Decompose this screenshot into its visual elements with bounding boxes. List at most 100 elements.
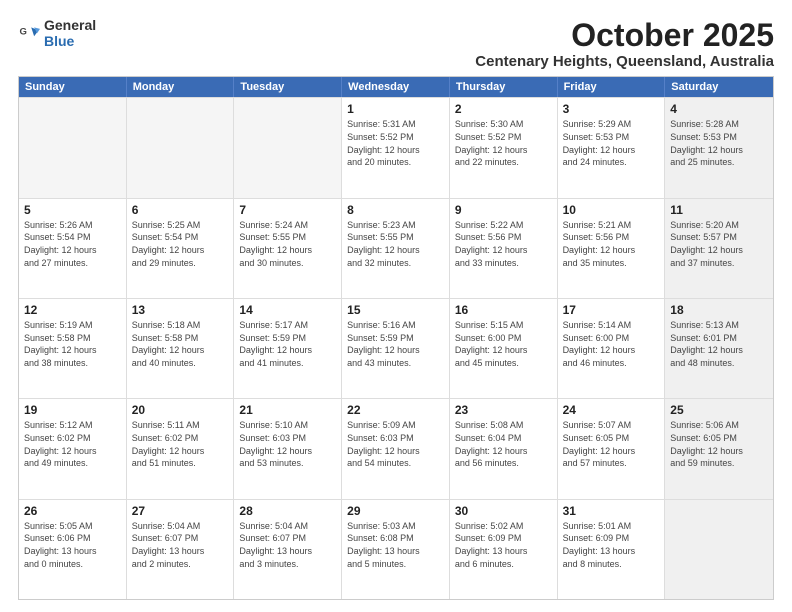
calendar-cell: 17Sunrise: 5:14 AM Sunset: 6:00 PM Dayli… <box>558 299 666 398</box>
calendar-row: 26Sunrise: 5:05 AM Sunset: 6:06 PM Dayli… <box>19 499 773 599</box>
svg-text:G: G <box>19 27 26 38</box>
cell-info: Sunrise: 5:15 AM Sunset: 6:00 PM Dayligh… <box>455 319 552 369</box>
calendar-cell: 20Sunrise: 5:11 AM Sunset: 6:02 PM Dayli… <box>127 399 235 498</box>
calendar-cell: 22Sunrise: 5:09 AM Sunset: 6:03 PM Dayli… <box>342 399 450 498</box>
calendar-cell: 6Sunrise: 5:25 AM Sunset: 5:54 PM Daylig… <box>127 199 235 298</box>
calendar-cell: 2Sunrise: 5:30 AM Sunset: 5:52 PM Daylig… <box>450 98 558 197</box>
calendar: SundayMondayTuesdayWednesdayThursdayFrid… <box>18 76 774 600</box>
calendar-cell: 29Sunrise: 5:03 AM Sunset: 6:08 PM Dayli… <box>342 500 450 599</box>
cell-info: Sunrise: 5:06 AM Sunset: 6:05 PM Dayligh… <box>670 419 768 469</box>
cell-info: Sunrise: 5:04 AM Sunset: 6:07 PM Dayligh… <box>132 520 229 570</box>
calendar-cell: 7Sunrise: 5:24 AM Sunset: 5:55 PM Daylig… <box>234 199 342 298</box>
cell-info: Sunrise: 5:01 AM Sunset: 6:09 PM Dayligh… <box>563 520 660 570</box>
calendar-body: 1Sunrise: 5:31 AM Sunset: 5:52 PM Daylig… <box>19 97 773 599</box>
calendar-cell: 11Sunrise: 5:20 AM Sunset: 5:57 PM Dayli… <box>665 199 773 298</box>
calendar-cell: 10Sunrise: 5:21 AM Sunset: 5:56 PM Dayli… <box>558 199 666 298</box>
cell-info: Sunrise: 5:28 AM Sunset: 5:53 PM Dayligh… <box>670 118 768 168</box>
calendar-cell: 9Sunrise: 5:22 AM Sunset: 5:56 PM Daylig… <box>450 199 558 298</box>
subtitle: Centenary Heights, Queensland, Australia <box>475 53 774 70</box>
calendar-row: 12Sunrise: 5:19 AM Sunset: 5:58 PM Dayli… <box>19 298 773 398</box>
weekday-header: Tuesday <box>234 77 342 97</box>
cell-info: Sunrise: 5:30 AM Sunset: 5:52 PM Dayligh… <box>455 118 552 168</box>
calendar-cell <box>127 98 235 197</box>
calendar-row: 5Sunrise: 5:26 AM Sunset: 5:54 PM Daylig… <box>19 198 773 298</box>
calendar-header: SundayMondayTuesdayWednesdayThursdayFrid… <box>19 77 773 97</box>
day-number: 15 <box>347 302 444 318</box>
main-title: October 2025 <box>475 18 774 53</box>
calendar-cell: 8Sunrise: 5:23 AM Sunset: 5:55 PM Daylig… <box>342 199 450 298</box>
weekday-header: Monday <box>127 77 235 97</box>
day-number: 16 <box>455 302 552 318</box>
day-number: 22 <box>347 402 444 418</box>
logo-text: General Blue <box>44 18 96 50</box>
cell-info: Sunrise: 5:25 AM Sunset: 5:54 PM Dayligh… <box>132 219 229 269</box>
day-number: 12 <box>24 302 121 318</box>
cell-info: Sunrise: 5:23 AM Sunset: 5:55 PM Dayligh… <box>347 219 444 269</box>
calendar-cell: 27Sunrise: 5:04 AM Sunset: 6:07 PM Dayli… <box>127 500 235 599</box>
day-number: 10 <box>563 202 660 218</box>
cell-info: Sunrise: 5:18 AM Sunset: 5:58 PM Dayligh… <box>132 319 229 369</box>
day-number: 28 <box>239 503 336 519</box>
cell-info: Sunrise: 5:05 AM Sunset: 6:06 PM Dayligh… <box>24 520 121 570</box>
calendar-cell: 12Sunrise: 5:19 AM Sunset: 5:58 PM Dayli… <box>19 299 127 398</box>
day-number: 23 <box>455 402 552 418</box>
cell-info: Sunrise: 5:24 AM Sunset: 5:55 PM Dayligh… <box>239 219 336 269</box>
calendar-cell: 3Sunrise: 5:29 AM Sunset: 5:53 PM Daylig… <box>558 98 666 197</box>
calendar-cell: 4Sunrise: 5:28 AM Sunset: 5:53 PM Daylig… <box>665 98 773 197</box>
cell-info: Sunrise: 5:13 AM Sunset: 6:01 PM Dayligh… <box>670 319 768 369</box>
cell-info: Sunrise: 5:20 AM Sunset: 5:57 PM Dayligh… <box>670 219 768 269</box>
cell-info: Sunrise: 5:21 AM Sunset: 5:56 PM Dayligh… <box>563 219 660 269</box>
cell-info: Sunrise: 5:08 AM Sunset: 6:04 PM Dayligh… <box>455 419 552 469</box>
weekday-header: Saturday <box>665 77 773 97</box>
day-number: 20 <box>132 402 229 418</box>
calendar-cell <box>665 500 773 599</box>
cell-info: Sunrise: 5:03 AM Sunset: 6:08 PM Dayligh… <box>347 520 444 570</box>
day-number: 7 <box>239 202 336 218</box>
cell-info: Sunrise: 5:14 AM Sunset: 6:00 PM Dayligh… <box>563 319 660 369</box>
cell-info: Sunrise: 5:19 AM Sunset: 5:58 PM Dayligh… <box>24 319 121 369</box>
cell-info: Sunrise: 5:29 AM Sunset: 5:53 PM Dayligh… <box>563 118 660 168</box>
calendar-cell: 28Sunrise: 5:04 AM Sunset: 6:07 PM Dayli… <box>234 500 342 599</box>
header-row: G General Blue October 2025 Centenary He… <box>18 18 774 70</box>
day-number: 30 <box>455 503 552 519</box>
cell-info: Sunrise: 5:26 AM Sunset: 5:54 PM Dayligh… <box>24 219 121 269</box>
day-number: 26 <box>24 503 121 519</box>
day-number: 11 <box>670 202 768 218</box>
calendar-row: 1Sunrise: 5:31 AM Sunset: 5:52 PM Daylig… <box>19 97 773 197</box>
day-number: 8 <box>347 202 444 218</box>
cell-info: Sunrise: 5:17 AM Sunset: 5:59 PM Dayligh… <box>239 319 336 369</box>
calendar-cell: 26Sunrise: 5:05 AM Sunset: 6:06 PM Dayli… <box>19 500 127 599</box>
calendar-cell: 30Sunrise: 5:02 AM Sunset: 6:09 PM Dayli… <box>450 500 558 599</box>
page: G General Blue October 2025 Centenary He… <box>0 0 792 612</box>
calendar-row: 19Sunrise: 5:12 AM Sunset: 6:02 PM Dayli… <box>19 398 773 498</box>
day-number: 1 <box>347 101 444 117</box>
title-block: October 2025 Centenary Heights, Queensla… <box>475 18 774 70</box>
cell-info: Sunrise: 5:22 AM Sunset: 5:56 PM Dayligh… <box>455 219 552 269</box>
day-number: 4 <box>670 101 768 117</box>
calendar-cell: 14Sunrise: 5:17 AM Sunset: 5:59 PM Dayli… <box>234 299 342 398</box>
calendar-cell <box>19 98 127 197</box>
day-number: 29 <box>347 503 444 519</box>
calendar-cell: 24Sunrise: 5:07 AM Sunset: 6:05 PM Dayli… <box>558 399 666 498</box>
day-number: 14 <box>239 302 336 318</box>
cell-info: Sunrise: 5:16 AM Sunset: 5:59 PM Dayligh… <box>347 319 444 369</box>
calendar-cell: 1Sunrise: 5:31 AM Sunset: 5:52 PM Daylig… <box>342 98 450 197</box>
day-number: 19 <box>24 402 121 418</box>
weekday-header: Wednesday <box>342 77 450 97</box>
logo: G General Blue <box>18 18 96 50</box>
logo-general: General <box>44 17 96 33</box>
calendar-cell: 25Sunrise: 5:06 AM Sunset: 6:05 PM Dayli… <box>665 399 773 498</box>
cell-info: Sunrise: 5:10 AM Sunset: 6:03 PM Dayligh… <box>239 419 336 469</box>
calendar-cell: 16Sunrise: 5:15 AM Sunset: 6:00 PM Dayli… <box>450 299 558 398</box>
day-number: 5 <box>24 202 121 218</box>
cell-info: Sunrise: 5:31 AM Sunset: 5:52 PM Dayligh… <box>347 118 444 168</box>
day-number: 21 <box>239 402 336 418</box>
weekday-header: Friday <box>558 77 666 97</box>
day-number: 25 <box>670 402 768 418</box>
day-number: 27 <box>132 503 229 519</box>
cell-info: Sunrise: 5:11 AM Sunset: 6:02 PM Dayligh… <box>132 419 229 469</box>
calendar-cell: 5Sunrise: 5:26 AM Sunset: 5:54 PM Daylig… <box>19 199 127 298</box>
calendar-cell <box>234 98 342 197</box>
weekday-header: Sunday <box>19 77 127 97</box>
calendar-cell: 21Sunrise: 5:10 AM Sunset: 6:03 PM Dayli… <box>234 399 342 498</box>
